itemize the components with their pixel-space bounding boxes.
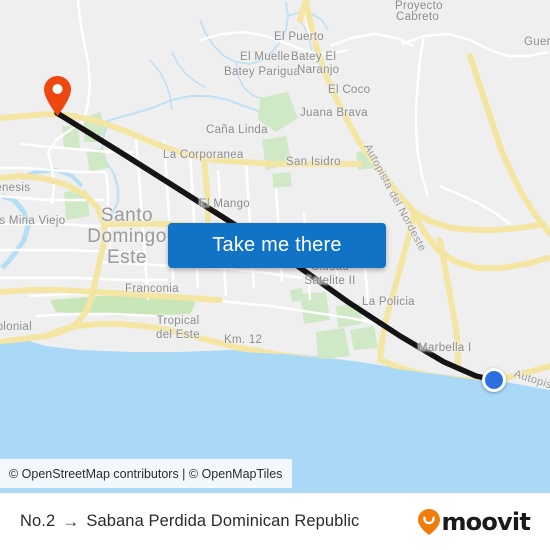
moovit-map-screenshot: Proyecto Cabreto El Puerto Guerra El Mue…	[0, 0, 550, 550]
current-location-dot[interactable]	[482, 368, 506, 392]
moovit-logo[interactable]: moovit	[418, 507, 531, 536]
map-canvas[interactable]: Proyecto Cabreto El Puerto Guerra El Mue…	[0, 0, 550, 493]
route-number: No.2	[20, 512, 56, 530]
moovit-wordmark: moovit	[441, 507, 530, 536]
footer-bar: No.2 → Sabana Perdida Dominican Republic…	[0, 493, 550, 550]
map-attribution[interactable]: © OpenStreetMap contributors | © OpenMap…	[0, 459, 293, 488]
destination-name: Sabana Perdida Dominican Republic	[86, 512, 360, 530]
attribution-text: © OpenStreetMap contributors | © OpenMap…	[9, 466, 283, 481]
route-summary: No.2 → Sabana Perdida Dominican Republic	[20, 512, 418, 531]
arrow-icon: →	[62, 512, 80, 531]
origin-pin-icon[interactable]	[44, 76, 71, 116]
take-me-there-button[interactable]: Take me there	[168, 223, 386, 268]
moovit-pin-icon	[418, 508, 441, 535]
